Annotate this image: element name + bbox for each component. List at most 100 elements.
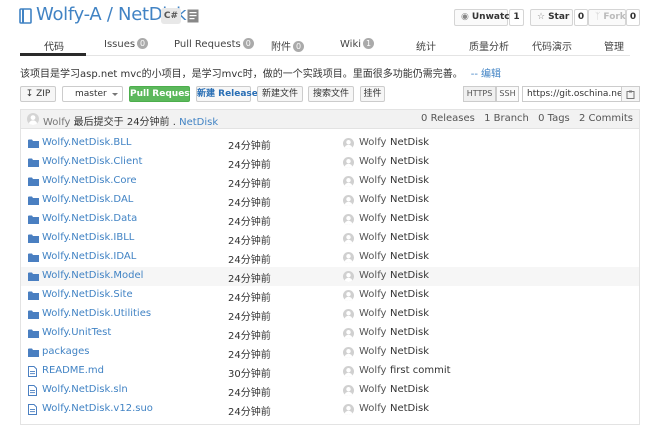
file-author-link[interactable]: Wolfy [359,137,386,148]
file-name-link[interactable]: packages [42,346,89,357]
file-name-link[interactable]: Wolfy.NetDisk.BLL [42,137,131,148]
file-name-link[interactable]: Wolfy.NetDisk.Site [42,289,133,300]
file-time: 24分钟前 [228,331,271,342]
file-author-link[interactable]: Wolfy [359,308,386,319]
file-author-link[interactable]: Wolfy [359,346,386,357]
file-commit-message-link[interactable]: NetDisk [390,156,429,167]
branches-link[interactable]: 1 Branch [484,113,529,124]
file-name-link[interactable]: Wolfy.NetDisk.Utilities [42,308,151,319]
tab-attachments[interactable]: 附件 0 [271,38,304,53]
file-commit-message-link[interactable]: NetDisk [390,346,429,357]
tags-link[interactable]: 0 Tags [538,113,570,124]
zip-download-button[interactable]: ↧ ZIP [20,86,56,102]
tab-admin[interactable]: 管理 [604,38,624,53]
file-row[interactable]: README.md 30分钟前 Wolfy first commit [21,362,639,381]
file-row[interactable]: Wolfy.NetDisk.BLL 24分钟前 Wolfy NetDisk [21,134,639,153]
file-author-link[interactable]: Wolfy [359,175,386,186]
file-row[interactable]: Wolfy.NetDisk.sln 24分钟前 Wolfy NetDisk [21,381,639,400]
file-row[interactable]: Wolfy.NetDisk.v12.suo 24分钟前 Wolfy NetDisk [21,400,639,419]
watch-count[interactable]: 1 [509,9,524,26]
widget-button[interactable]: 挂件 [360,86,385,102]
unwatch-button[interactable]: ◉ Unwatch [454,9,516,26]
releases-link[interactable]: 0 Releases [421,113,475,124]
file-row[interactable]: Wolfy.NetDisk.Data 24分钟前 Wolfy NetDisk [21,210,639,229]
search-file-button[interactable]: 搜索文件 [308,86,354,102]
file-commit-message-link[interactable]: NetDisk [390,270,429,281]
file-commit-message-link[interactable]: NetDisk [390,403,429,414]
file-commit-message-link[interactable]: NetDisk [390,194,429,205]
file-commit-message-link[interactable]: NetDisk [390,232,429,243]
avatar [343,328,354,339]
ssh-toggle[interactable]: SSH [496,86,519,102]
new-file-button[interactable]: 新建文件 [257,86,303,102]
commit-message-link[interactable]: NetDisk [179,117,218,128]
file-name-link[interactable]: Wolfy.NetDisk.sln [42,384,128,395]
file-row[interactable]: Wolfy.NetDisk.Client 24分钟前 Wolfy NetDisk [21,153,639,172]
file-row[interactable]: Wolfy.NetDisk.Utilities 24分钟前 Wolfy NetDisk [21,305,639,324]
file-commit-message-link[interactable]: NetDisk [390,327,429,338]
file-author-link[interactable]: Wolfy [359,384,386,395]
tab-code-demo[interactable]: 代码演示 [532,38,572,53]
https-toggle[interactable]: HTTPS [463,86,496,102]
file-name-link[interactable]: Wolfy.NetDisk.Client [42,156,142,167]
file-commit-message-link[interactable]: NetDisk [390,308,429,319]
new-release-button[interactable]: 新建 Release [196,86,258,102]
star-count[interactable]: 0 [574,9,588,26]
edit-description-link[interactable]: 编辑 [481,69,501,80]
file-author-link[interactable]: Wolfy [359,270,386,281]
fork-button[interactable]: ᛉ Fork [588,9,626,26]
file-row[interactable]: Wolfy.NetDisk.IDAL 24分钟前 Wolfy NetDisk [21,248,639,267]
tab-quality-analysis[interactable]: 质量分析 [469,38,509,53]
tab-code[interactable]: 代码 [44,38,64,53]
file-row[interactable]: Wolfy.UnitTest 24分钟前 Wolfy NetDisk [21,324,639,343]
file-name-link[interactable]: Wolfy.NetDisk.DAL [42,194,133,205]
file-name-link[interactable]: Wolfy.UnitTest [42,327,111,338]
tab-pull-requests[interactable]: Pull Requests 0 [174,38,254,50]
file-name-link[interactable]: Wolfy.NetDisk.Model [42,270,143,281]
file-row[interactable]: Wolfy.NetDisk.DAL 24分钟前 Wolfy NetDisk [21,191,639,210]
file-commit-message-link[interactable]: NetDisk [390,289,429,300]
file-name-link[interactable]: Wolfy.NetDisk.Data [42,213,137,224]
file-name-link[interactable]: Wolfy.NetDisk.IBLL [42,232,134,243]
document-icon[interactable] [187,9,199,23]
file-row[interactable]: Wolfy.NetDisk.Model 24分钟前 Wolfy NetDisk [21,267,639,286]
file-author-link[interactable]: Wolfy [359,365,386,376]
file-commit-message-link[interactable]: NetDisk [390,384,429,395]
file-commit-message-link[interactable]: NetDisk [390,213,429,224]
file-author-link[interactable]: Wolfy [359,232,386,243]
file-author-link[interactable]: Wolfy [359,403,386,414]
file-author-link[interactable]: Wolfy [359,251,386,262]
tab-wiki[interactable]: Wiki 1 [340,38,375,50]
file-row[interactable]: Wolfy.NetDisk.IBLL 24分钟前 Wolfy NetDisk [21,229,639,248]
star-button[interactable]: ☆ Star [530,9,573,26]
avatar [343,138,354,149]
tab-issues[interactable]: Issues 0 [104,38,149,50]
file-commit-message-link[interactable]: NetDisk [390,251,429,262]
file-name-link[interactable]: Wolfy.NetDisk.IDAL [42,251,136,262]
file-row[interactable]: Wolfy.NetDisk.Core 24分钟前 Wolfy NetDisk [21,172,639,191]
copy-clone-url-button[interactable] [621,86,640,102]
file-name-link[interactable]: README.md [42,365,104,376]
file-name-link[interactable]: Wolfy.NetDisk.v12.suo [42,403,153,414]
commits-link[interactable]: 2 Commits [579,113,633,124]
file-author-link[interactable]: Wolfy [359,289,386,300]
file-time: 24分钟前 [228,388,271,399]
file-author-link[interactable]: Wolfy [359,213,386,224]
file-row[interactable]: Wolfy.NetDisk.Site 24分钟前 Wolfy NetDisk [21,286,639,305]
pull-request-button[interactable]: Pull Request [129,86,194,102]
file-commit-message-link[interactable]: NetDisk [390,137,429,148]
file-commit-message-link[interactable]: first commit [390,365,451,376]
repo-owner-link[interactable]: Wolfy-A [36,4,102,25]
clone-url-input[interactable]: https://git.oschina.net/w [522,86,622,102]
file-time: 24分钟前 [228,407,271,418]
file-author-link[interactable]: Wolfy [359,156,386,167]
commit-user-link[interactable]: Wolfy [43,117,70,128]
tab-stats[interactable]: 统计 [416,38,436,53]
file-name-link[interactable]: Wolfy.NetDisk.Core [42,175,137,186]
file-author-link[interactable]: Wolfy [359,194,386,205]
file-commit-message-link[interactable]: NetDisk [390,175,429,186]
file-row[interactable]: packages 24分钟前 Wolfy NetDisk [21,343,639,362]
fork-count[interactable]: 0 [626,9,640,26]
branch-select[interactable]: master [62,86,123,102]
file-author-link[interactable]: Wolfy [359,327,386,338]
